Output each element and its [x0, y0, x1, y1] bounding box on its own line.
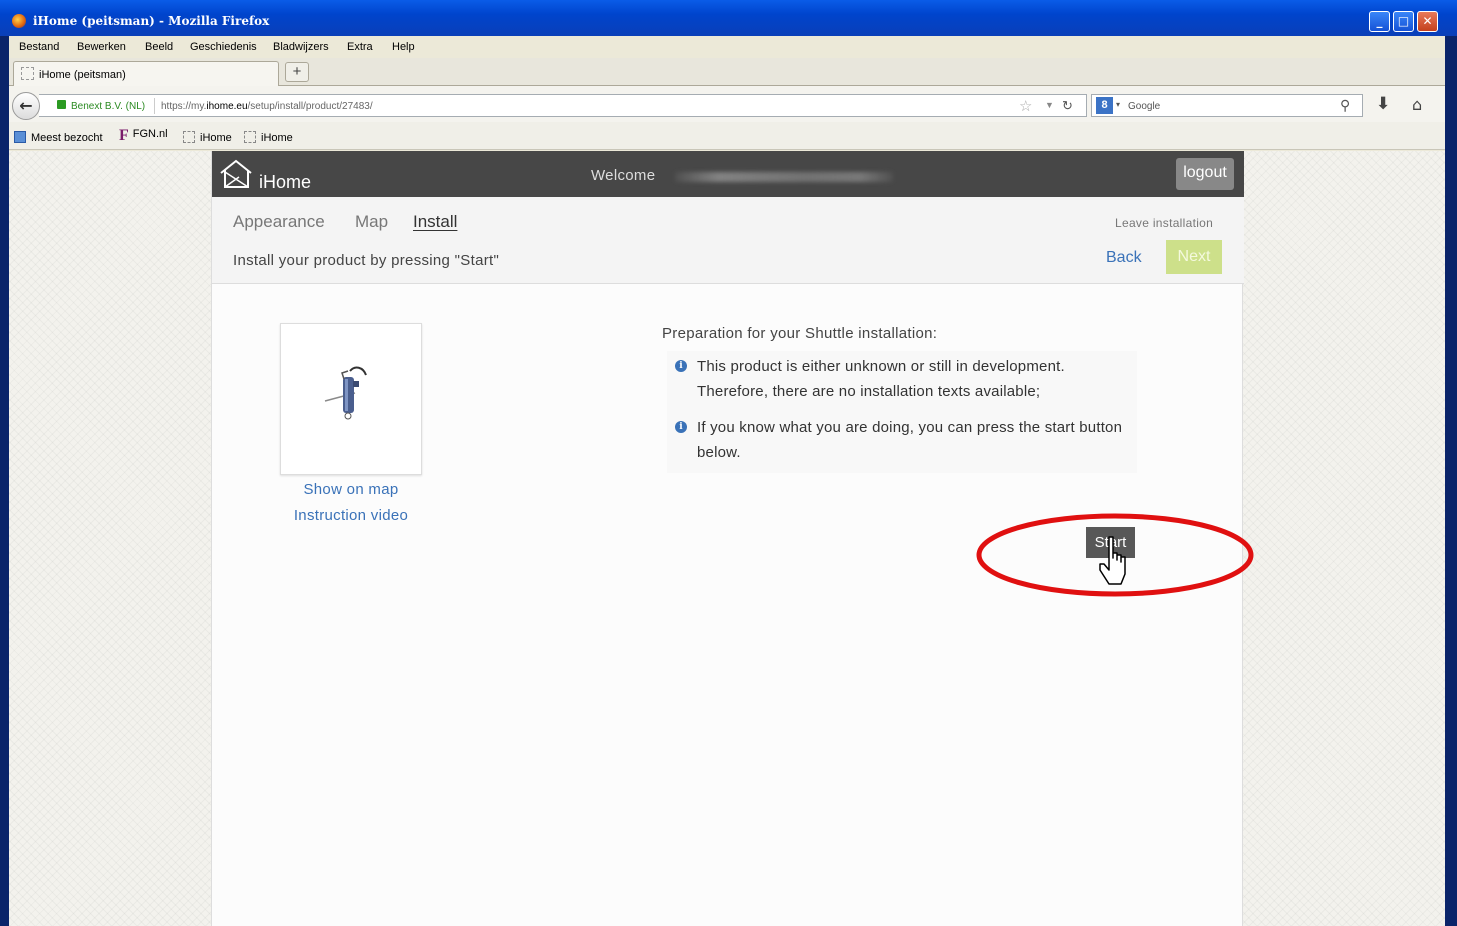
- menu-bestand[interactable]: Bestand: [19, 41, 59, 53]
- firefox-window: iHome (peitsman) - Mozilla Firefox _ □ ✕…: [0, 0, 1457, 926]
- prep-item-text: This product is either unknown or still …: [697, 358, 1065, 400]
- history-dropdown-icon[interactable]: ▼: [1045, 100, 1054, 110]
- menu-help[interactable]: Help: [392, 41, 415, 53]
- menu-bar: Bestand Bewerken Beeld Geschiedenis Blad…: [9, 36, 1445, 58]
- most-visited-icon: [14, 131, 26, 143]
- maximize-button[interactable]: □: [1393, 11, 1414, 32]
- next-button[interactable]: Next: [1166, 240, 1222, 274]
- menu-extra[interactable]: Extra: [347, 41, 373, 53]
- back-arrow-icon[interactable]: ←: [12, 92, 40, 120]
- house-logo-icon[interactable]: [218, 158, 254, 190]
- tab-appearance[interactable]: Appearance: [233, 212, 325, 232]
- bookmark-label: FGN.nl: [132, 128, 168, 140]
- star-icon[interactable]: ☆: [1019, 97, 1032, 115]
- download-icon[interactable]: ⬇: [1376, 94, 1390, 114]
- navigation-bar: Benext B.V. (NL) https://my.ihome.eu/set…: [9, 86, 1445, 122]
- bookmark-meest-bezocht[interactable]: Meest bezocht: [14, 131, 103, 144]
- menu-beeld[interactable]: Beeld: [145, 41, 173, 53]
- url-bar[interactable]: Benext B.V. (NL) https://my.ihome.eu/set…: [39, 94, 1087, 117]
- menu-bewerken[interactable]: Bewerken: [77, 41, 126, 53]
- logo-text[interactable]: iHome: [259, 172, 311, 193]
- redacted-username: [675, 172, 893, 182]
- shuttle-product-image: [324, 366, 367, 420]
- page-icon: [244, 131, 256, 143]
- site-identity[interactable]: Benext B.V. (NL): [71, 101, 145, 112]
- product-image-card: [280, 323, 422, 475]
- page-viewport: iHome Welcome logout Appearance Map Inst…: [9, 151, 1445, 926]
- bookmark-label: Meest bezocht: [31, 132, 103, 144]
- url-separator: [154, 98, 155, 114]
- url-prefix: https://my.: [161, 101, 207, 112]
- search-placeholder: Google: [1128, 101, 1161, 112]
- preparation-title: Preparation for your Shuttle installatio…: [662, 325, 938, 342]
- menu-geschiedenis[interactable]: Geschiedenis: [190, 41, 257, 53]
- list-item: i This product is either unknown or stil…: [667, 351, 1137, 412]
- welcome-text: Welcome: [591, 167, 656, 184]
- window-title: iHome (peitsman) - Mozilla Firefox: [33, 14, 270, 28]
- lock-icon: [57, 100, 66, 109]
- show-on-map-link[interactable]: Show on map: [212, 481, 490, 498]
- page-icon: [183, 131, 195, 143]
- close-button[interactable]: ✕: [1417, 11, 1438, 32]
- search-bar[interactable]: 8 ▾ Google ⚲: [1091, 94, 1363, 117]
- tab-install[interactable]: Install: [413, 212, 457, 232]
- leave-installation-link[interactable]: Leave installation: [1115, 216, 1213, 230]
- bookmark-fgn[interactable]: F FGN.nl: [119, 127, 168, 145]
- info-icon: i: [675, 421, 687, 433]
- minimize-button[interactable]: _: [1369, 11, 1390, 32]
- firefox-icon: [12, 14, 26, 28]
- page-icon: [21, 67, 34, 80]
- reload-icon[interactable]: ↻: [1062, 98, 1073, 114]
- title-bar: iHome (peitsman) - Mozilla Firefox _ □ ✕: [0, 0, 1457, 36]
- prep-item-text: If you know what you are doing, you can …: [697, 419, 1123, 461]
- tab-bar: iHome (peitsman) +: [9, 58, 1445, 86]
- bookmark-label: iHome: [200, 132, 232, 144]
- instruction-video-link[interactable]: Instruction video: [212, 507, 490, 524]
- tab-label: iHome (peitsman): [39, 69, 126, 81]
- engine-dropdown-icon[interactable]: ▾: [1116, 100, 1120, 109]
- list-item: i If you know what you are doing, you ca…: [667, 412, 1137, 473]
- url-path: /setup/install/product/27483/: [247, 101, 373, 112]
- back-link[interactable]: Back: [1106, 249, 1142, 267]
- browser-tab[interactable]: iHome (peitsman): [13, 61, 279, 86]
- url-text: https://my.ihome.eu/setup/install/produc…: [161, 101, 373, 112]
- wizard-header: Appearance Map Install Leave installatio…: [212, 197, 1244, 284]
- bookmark-ihome-2[interactable]: iHome: [244, 131, 293, 144]
- new-tab-button[interactable]: +: [285, 62, 309, 82]
- preparation-list: i This product is either unknown or stil…: [667, 351, 1137, 473]
- bookmark-ihome-1[interactable]: iHome: [183, 131, 232, 144]
- install-instruction: Install your product by pressing "Start": [233, 252, 500, 269]
- home-icon[interactable]: ⌂: [1412, 95, 1422, 114]
- bookmark-label: iHome: [261, 132, 293, 144]
- fgn-icon: F: [119, 127, 129, 144]
- hand-cursor-icon: [1099, 536, 1126, 585]
- info-icon: i: [675, 360, 687, 372]
- browser-chrome: Bestand Bewerken Beeld Geschiedenis Blad…: [9, 36, 1445, 926]
- search-icon[interactable]: ⚲: [1340, 97, 1350, 114]
- url-domain: ihome.eu: [206, 101, 248, 112]
- bookmarks-bar: Meest bezocht F FGN.nl iHome iHome: [9, 122, 1445, 150]
- site-header: iHome Welcome logout: [212, 151, 1244, 197]
- site-container: iHome Welcome logout Appearance Map Inst…: [211, 151, 1254, 926]
- google-icon[interactable]: 8: [1096, 97, 1113, 114]
- tab-map[interactable]: Map: [355, 212, 388, 232]
- logout-button[interactable]: logout: [1176, 158, 1234, 190]
- menu-bladwijzers[interactable]: Bladwijzers: [273, 41, 329, 53]
